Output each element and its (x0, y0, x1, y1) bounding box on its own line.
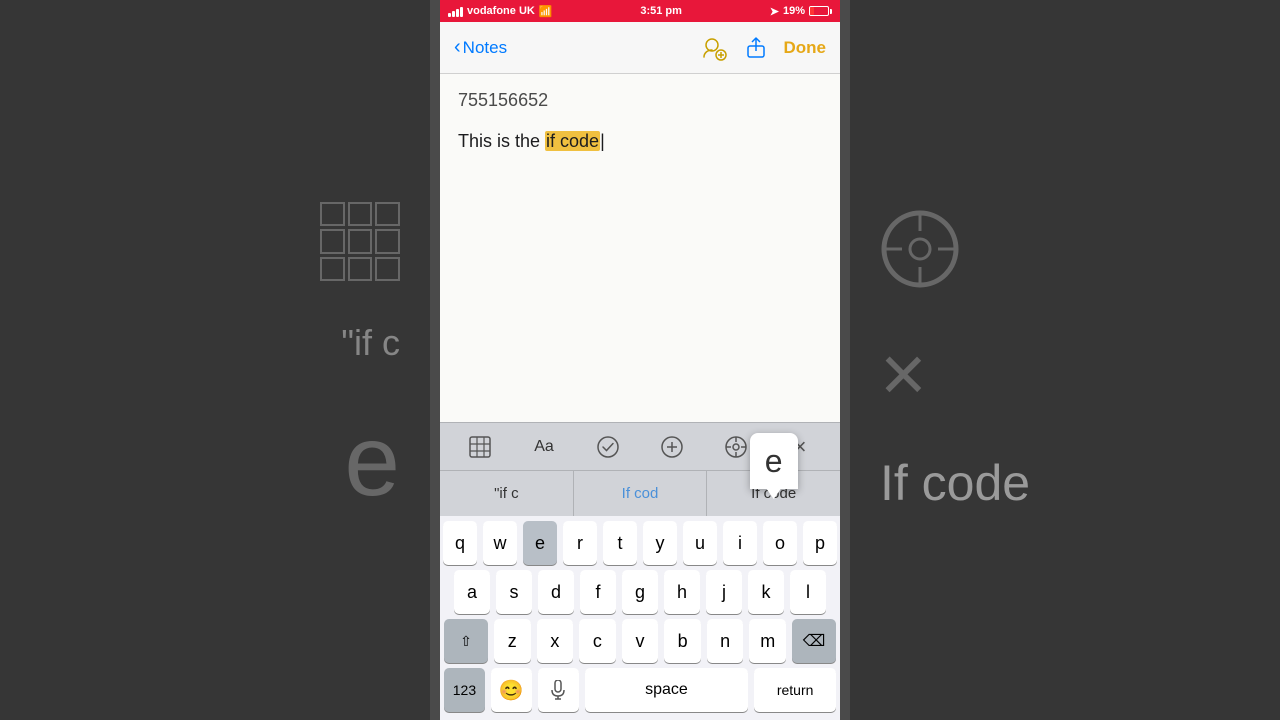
nav-back-button[interactable]: ‹ Notes (454, 36, 507, 59)
key-mic[interactable] (538, 668, 579, 712)
key-s[interactable]: s (496, 570, 532, 614)
autocomplete-item-0[interactable]: "if c (440, 471, 574, 516)
key-o[interactable]: o (763, 521, 797, 565)
key-r[interactable]: r (563, 521, 597, 565)
key-d[interactable]: d (538, 570, 574, 614)
key-p[interactable]: p (803, 521, 837, 565)
bg-quote-text: "if c (341, 322, 400, 364)
autocomplete-item-1[interactable]: If cod (574, 471, 708, 516)
key-numbers[interactable]: 123 (444, 668, 485, 712)
autocomplete-item-2[interactable]: If code e (707, 471, 840, 516)
battery-percent: 19% (783, 5, 805, 17)
key-w[interactable]: w (483, 521, 517, 565)
check-button[interactable] (590, 429, 626, 465)
key-u[interactable]: u (683, 521, 717, 565)
key-x[interactable]: x (537, 619, 574, 663)
bg-x-icon: × (880, 334, 927, 414)
key-n[interactable]: n (707, 619, 744, 663)
add-collaborator-button[interactable] (700, 34, 728, 62)
keyboard-bottom-row: 123 😊 space return (440, 663, 840, 720)
key-i[interactable]: i (723, 521, 757, 565)
keyboard-row-1: q w e r t y u i o p (440, 516, 840, 565)
key-popup: e (750, 433, 798, 489)
note-id: 755156652 (458, 90, 822, 111)
phone-container: vodafone UK 📶 3:51 pm ➤ 19% ‹ Notes (440, 0, 840, 720)
keyboard-row-2: a s d f g h j k l (440, 565, 840, 614)
key-h[interactable]: h (664, 570, 700, 614)
carrier-name: vodafone UK (467, 5, 535, 17)
bg-pencil-circle-icon (880, 209, 960, 294)
key-emoji[interactable]: 😊 (491, 668, 532, 712)
table-button[interactable] (462, 429, 498, 465)
popup-letter: e (765, 443, 783, 480)
bg-key-e: e (344, 404, 400, 519)
key-v[interactable]: v (622, 619, 659, 663)
autocomplete-label-1: If cod (622, 485, 659, 502)
key-t[interactable]: t (603, 521, 637, 565)
nav-actions: Done (700, 34, 827, 62)
signal-bar-3 (456, 9, 459, 17)
keyboard-row-3: ⇧ z x c v b n m ⌫ (440, 614, 840, 663)
pencil-button[interactable] (718, 429, 754, 465)
nav-bar: ‹ Notes Done (440, 22, 840, 74)
text-cursor: | (600, 131, 605, 151)
bg-ifcode-text: If code (880, 454, 1030, 512)
key-b[interactable]: b (664, 619, 701, 663)
bg-table-icon (320, 202, 400, 282)
status-right: ➤ 19% (770, 5, 832, 18)
plus-button[interactable] (654, 429, 690, 465)
signal-bar-4 (460, 7, 463, 17)
status-bar: vodafone UK 📶 3:51 pm ➤ 19% (440, 0, 840, 22)
signal-bar-1 (448, 13, 451, 17)
autocomplete-label-0: "if c (494, 485, 519, 502)
done-button[interactable]: Done (784, 38, 827, 58)
back-arrow-icon: ‹ (454, 36, 461, 59)
note-highlight: if code (545, 131, 600, 151)
key-e[interactable]: e (523, 521, 557, 565)
autocomplete-bar: "if c If cod If code e (440, 470, 840, 516)
signal-bars (448, 5, 463, 17)
key-backspace[interactable]: ⌫ (792, 619, 836, 663)
wifi-icon: 📶 (539, 5, 553, 18)
font-button[interactable]: Aa (526, 429, 562, 465)
key-m[interactable]: m (749, 619, 786, 663)
note-text: This is the if code| (458, 131, 822, 152)
signal-bar-2 (452, 11, 455, 17)
right-background-panel: × If code (850, 0, 1280, 720)
status-time: 3:51 pm (640, 5, 682, 17)
key-g[interactable]: g (622, 570, 658, 614)
key-shift[interactable]: ⇧ (444, 619, 488, 663)
location-icon: ➤ (770, 5, 779, 18)
battery-icon (809, 6, 832, 16)
key-space[interactable]: space (585, 668, 749, 712)
key-a[interactable]: a (454, 570, 490, 614)
left-background-panel: "if c e (0, 0, 430, 720)
back-label: Notes (463, 38, 507, 58)
key-l[interactable]: l (790, 570, 826, 614)
key-z[interactable]: z (494, 619, 531, 663)
key-y[interactable]: y (643, 521, 677, 565)
key-q[interactable]: q (443, 521, 477, 565)
note-text-before: This is the (458, 131, 545, 151)
key-c[interactable]: c (579, 619, 616, 663)
note-content[interactable]: 755156652 This is the if code| (440, 74, 840, 422)
key-f[interactable]: f (580, 570, 616, 614)
key-k[interactable]: k (748, 570, 784, 614)
key-return[interactable]: return (754, 668, 836, 712)
status-left: vodafone UK 📶 (448, 5, 553, 18)
share-button[interactable] (742, 34, 770, 62)
key-j[interactable]: j (706, 570, 742, 614)
